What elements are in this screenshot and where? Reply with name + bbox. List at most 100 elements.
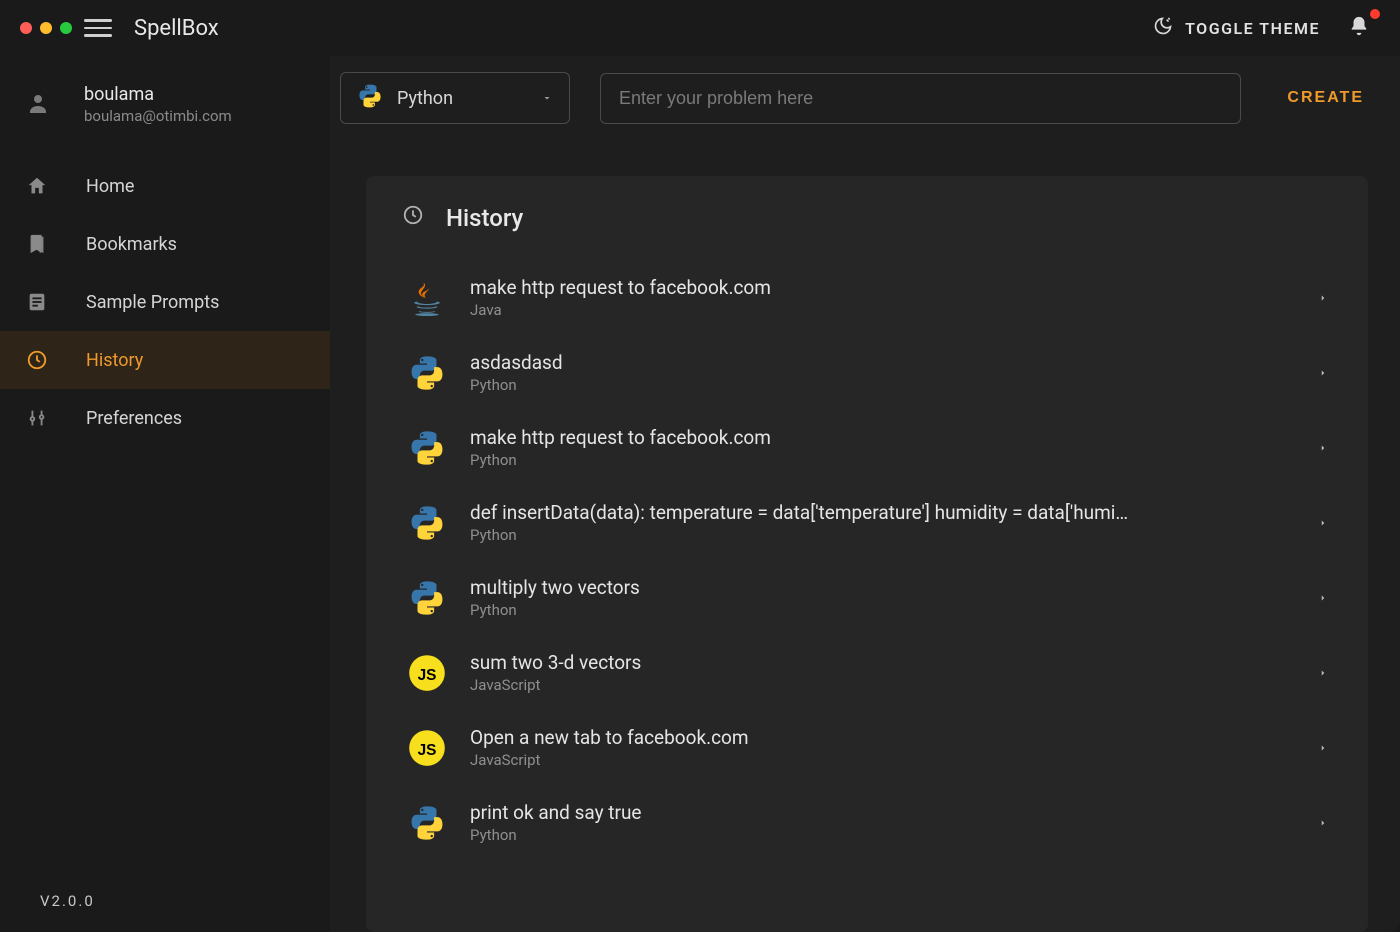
sidebar-item-bookmarks[interactable]: Bookmarks [0,215,330,273]
sliders-icon [26,407,52,429]
history-list: make http request to facebook.com Java asd… [402,260,1348,860]
user-info: boulama boulama@otimbi.com [84,84,232,125]
sidebar-item-sample-prompts[interactable]: Sample Prompts [0,273,330,331]
history-item[interactable]: asdasdasd Python [402,335,1348,410]
history-item-language: Python [470,526,1296,544]
chevron-right-icon [1318,363,1336,382]
moon-icon [1153,16,1173,40]
document-icon [26,291,52,313]
history-item-language: Python [470,826,1296,844]
sidebar-item-label: Sample Prompts [86,292,219,313]
history-item[interactable]: make http request to facebook.com Java [402,260,1348,335]
history-item-language: JavaScript [470,676,1296,694]
history-item-title: Open a new tab to facebook.com [470,726,1296,749]
history-item-language: JavaScript [470,751,1296,769]
history-item-body: def insertData(data): temperature = data… [470,501,1296,544]
create-button[interactable]: CREATE [1271,79,1380,117]
version-label: V2.0.0 [0,870,330,932]
python-icon [406,577,448,619]
chevron-down-icon [541,89,553,108]
sidebar-item-home[interactable]: Home [0,157,330,215]
python-icon [406,352,448,394]
history-item-title: def insertData(data): temperature = data… [470,501,1296,524]
history-item-title: sum two 3-d vectors [470,651,1296,674]
problem-input[interactable] [600,73,1241,124]
history-item[interactable]: Open a new tab to facebook.com JavaScript [402,710,1348,785]
python-icon [406,427,448,469]
toggle-theme-button[interactable]: TOGGLE THEME [1153,16,1320,40]
sidebar-item-label: Bookmarks [86,234,177,255]
history-item-body: multiply two vectors Python [470,576,1296,619]
history-item[interactable]: def insertData(data): temperature = data… [402,485,1348,560]
panel-header: History [402,204,1348,232]
home-icon [26,175,52,197]
sidebar-item-label: Home [86,176,134,197]
history-item-title: multiply two vectors [470,576,1296,599]
history-item-title: make http request to facebook.com [470,426,1296,449]
history-item[interactable]: sum two 3-d vectors JavaScript [402,635,1348,710]
history-item-body: make http request to facebook.com Java [470,276,1296,319]
history-item-body: sum two 3-d vectors JavaScript [470,651,1296,694]
panel-title: History [446,204,523,232]
history-item-title: make http request to facebook.com [470,276,1296,299]
window-controls [20,22,72,34]
java-icon [406,277,448,319]
history-item-language: Java [470,301,1296,319]
history-panel: History make http request to facebook.co… [366,176,1368,932]
chevron-right-icon [1318,288,1336,307]
language-select[interactable]: Python [340,72,570,124]
history-item-language: Python [470,376,1296,394]
bell-icon [1348,15,1370,41]
chevron-right-icon [1318,588,1336,607]
python-icon [357,83,383,113]
javascript-icon [406,727,448,769]
sidebar-item-history[interactable]: History [0,331,330,389]
user-block[interactable]: boulama boulama@otimbi.com [0,74,330,149]
history-item-body: asdasdasd Python [470,351,1296,394]
toggle-theme-label: TOGGLE THEME [1185,19,1320,38]
history-item-body: Open a new tab to facebook.com JavaScript [470,726,1296,769]
chevron-right-icon [1318,663,1336,682]
window-maximize-button[interactable] [60,22,72,34]
sidebar-item-label: History [86,350,143,371]
window-close-button[interactable] [20,22,32,34]
history-item-body: print ok and say true Python [470,801,1296,844]
history-item-title: asdasdasd [470,351,1296,374]
sidebar-nav: Home Bookmarks Sample Prompts [0,157,330,447]
python-icon [406,502,448,544]
main: Python CREATE History make http [330,56,1400,932]
history-item[interactable]: print ok and say true Python [402,785,1348,860]
toolbar: Python CREATE [330,56,1400,140]
chevron-right-icon [1318,813,1336,832]
history-item-language: Python [470,451,1296,469]
notifications-button[interactable] [1348,15,1380,41]
window-minimize-button[interactable] [40,22,52,34]
javascript-icon [406,652,448,694]
user-name: boulama [84,84,232,105]
sidebar: boulama boulama@otimbi.com Home Bookmark… [0,56,330,932]
chevron-right-icon [1318,438,1336,457]
history-item[interactable]: make http request to facebook.com Python [402,410,1348,485]
clock-icon [402,204,424,232]
history-item-language: Python [470,601,1296,619]
chevron-right-icon [1318,513,1336,532]
language-selected-label: Python [397,88,453,109]
body-area: boulama boulama@otimbi.com Home Bookmark… [0,56,1400,932]
app-window: SpellBox TOGGLE THEME [0,0,1400,932]
user-icon [26,91,50,119]
clock-icon [26,349,52,371]
menu-icon[interactable] [84,14,112,42]
user-email: boulama@otimbi.com [84,107,232,125]
app-title: SpellBox [134,16,219,41]
bookmark-icon [26,233,52,255]
titlebar-right: TOGGLE THEME [1153,15,1380,41]
history-item-body: make http request to facebook.com Python [470,426,1296,469]
sidebar-item-label: Preferences [86,408,182,429]
chevron-right-icon [1318,738,1336,757]
notification-badge [1370,9,1380,19]
history-item[interactable]: multiply two vectors Python [402,560,1348,635]
history-item-title: print ok and say true [470,801,1296,824]
titlebar: SpellBox TOGGLE THEME [0,0,1400,56]
sidebar-item-preferences[interactable]: Preferences [0,389,330,447]
python-icon [406,802,448,844]
